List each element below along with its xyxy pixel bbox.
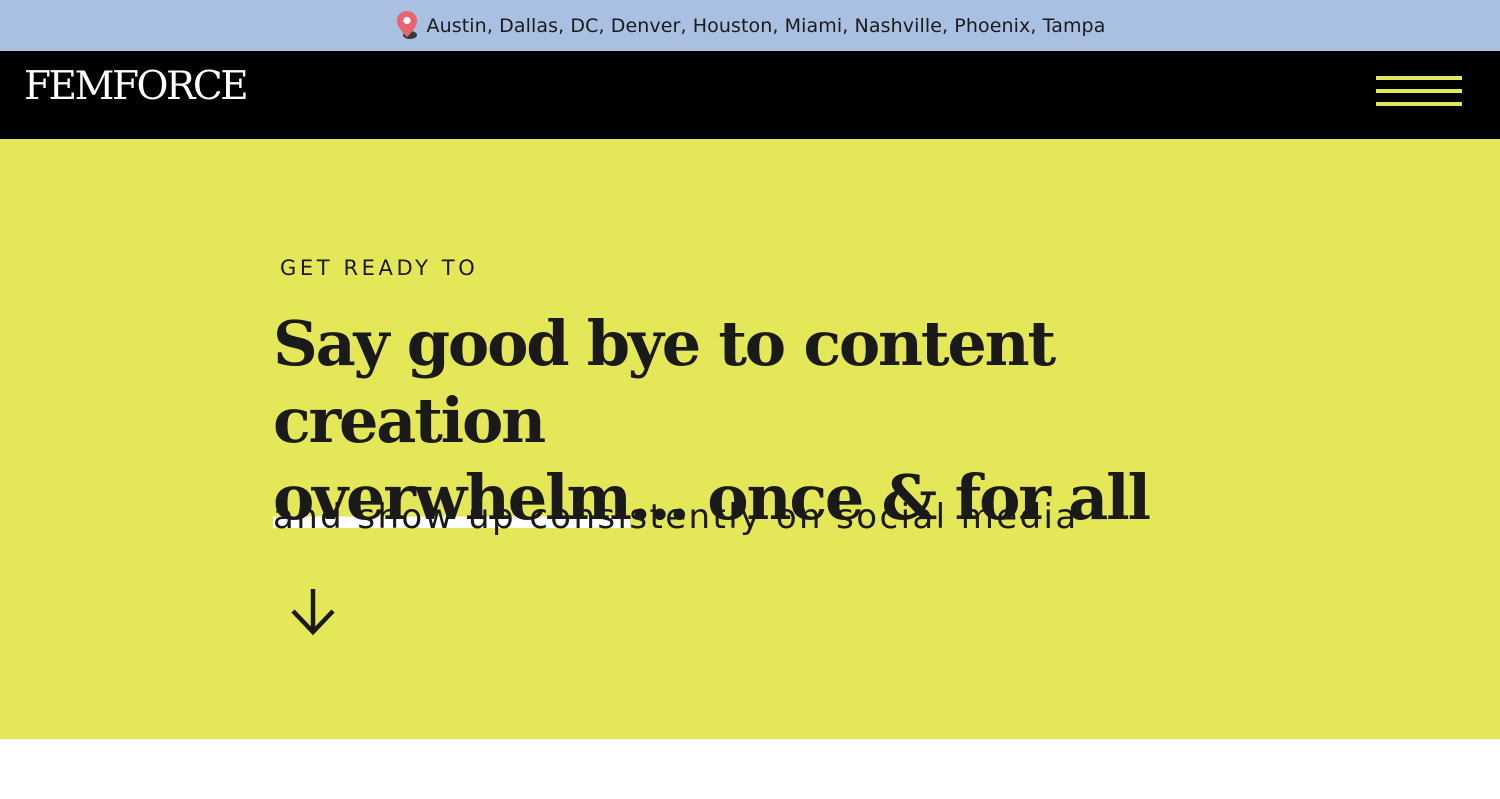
logo[interactable]: FEMFORCE [24,67,249,106]
hero-eyebrow: GET READY TO [280,256,479,280]
map-pin-icon [395,10,421,42]
hero-subhead: and show up consistently on social media [273,497,1079,537]
hero-section: GET READY TO Say good bye to content cre… [0,139,1500,739]
hamburger-menu-icon [1376,76,1462,80]
location-bar: Austin, Dallas, DC, Denver, Houston, Mia… [0,0,1500,51]
service-cities: Austin, Dallas, DC, Denver, Houston, Mia… [426,14,1106,37]
below-hero-area [0,739,1500,799]
headline-line-1: Say good bye to content creation [273,307,1056,457]
hamburger-menu-button[interactable] [1372,76,1464,116]
main-nav: FEMFORCE [0,51,1500,139]
arrow-down-icon [291,589,335,636]
scroll-down-button[interactable] [288,585,338,637]
